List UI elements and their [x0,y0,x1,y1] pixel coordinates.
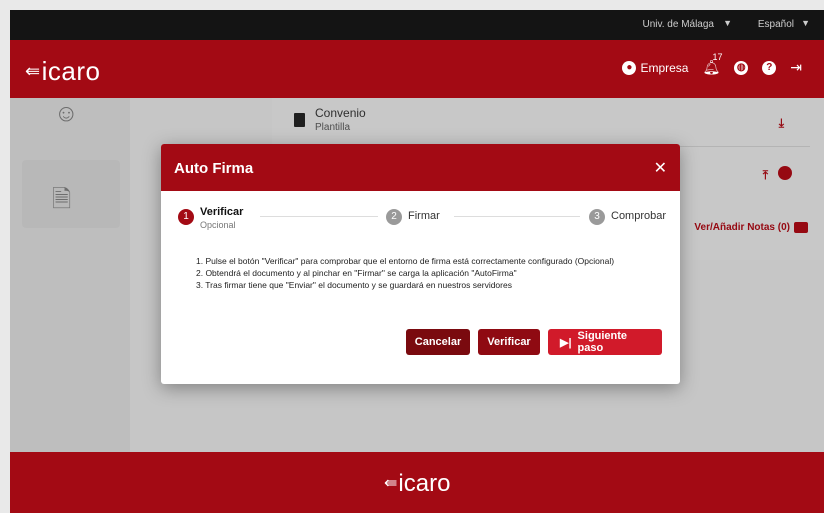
step-number: 1 [178,209,194,225]
help-icon[interactable]: ? [762,60,777,75]
logo-arrow-icon: ⇚ [25,61,41,81]
instructions: 1. Pulse el botón "Verificar" para compr… [196,255,614,291]
step-label: Firmar [408,210,440,222]
logo-arrow-icon: ⇚ [384,475,398,492]
stepper: 1 Verificar Opcional 2 Firmar 3 Comproba… [178,206,666,232]
notifications-bell-icon[interactable]: 🔔︎ 17 [702,52,722,76]
logout-icon[interactable]: ⇥ [790,59,802,76]
skip-forward-icon: ▶| [560,336,572,349]
autofirma-dialog: Auto Firma ✕ 1 Verificar Opcional 2 Firm… [161,144,680,384]
step-label: Comprobar [611,210,667,222]
verify-button[interactable]: Verificar [478,329,540,355]
globe-icon[interactable]: ◍ [734,60,749,75]
icaro-logo[interactable]: ⇚icaro [25,56,100,87]
empresa-menu[interactable]: ● Empresa [622,60,689,75]
user-circle-icon: ● [622,60,637,75]
app-header: ⇚icaro ● Empresa 🔔︎ 17 ◍ ? ⇥ [10,40,824,98]
notification-count: 17 [712,52,723,62]
footer-logo: ⇚icaro [384,470,450,498]
step-label: Verificar [200,206,244,218]
dialog-header: Auto Firma ✕ [161,144,680,191]
next-step-button[interactable]: ▶| Siguiente paso [548,329,662,355]
step-comprobar: 3 Comprobar [589,206,666,225]
chevron-down-icon[interactable]: ▼ [723,18,732,28]
empresa-label: Empresa [640,60,689,75]
step-firmar: 2 Firmar [386,206,440,225]
dialog-title: Auto Firma [174,160,254,177]
app-footer: ⇚icaro [10,452,824,513]
step-connector [260,216,378,217]
chevron-down-icon[interactable]: ▼ [801,18,810,28]
logo-text: icaro [41,56,101,86]
instruction-line: 2. Obtendrá el documento y al pinchar en… [196,268,517,278]
step-number: 3 [589,209,605,225]
step-connector [454,216,580,217]
instruction-line: 3. Tras firmar tiene que "Enviar" el doc… [196,280,512,290]
close-icon[interactable]: ✕ [654,158,667,178]
instruction-line: 1. Pulse el botón "Verificar" para compr… [196,256,615,266]
step-sublabel: Opcional [200,220,236,230]
cancel-button[interactable]: Cancelar [406,329,470,355]
next-step-label: Siguiente paso [577,330,628,354]
dialog-buttons: Cancelar Verificar ▶| Siguiente paso [406,329,662,355]
step-verificar: 1 Verificar Opcional [178,206,243,230]
footer-logo-text: icaro [398,470,451,497]
step-number: 2 [386,209,402,225]
header-actions: ● Empresa 🔔︎ 17 ◍ ? ⇥ [622,52,802,76]
top-bar: Univ. de Málaga ▼ Español ▼ [10,10,824,40]
university-selector[interactable]: Univ. de Málaga [642,19,714,30]
language-selector[interactable]: Español [758,19,794,30]
